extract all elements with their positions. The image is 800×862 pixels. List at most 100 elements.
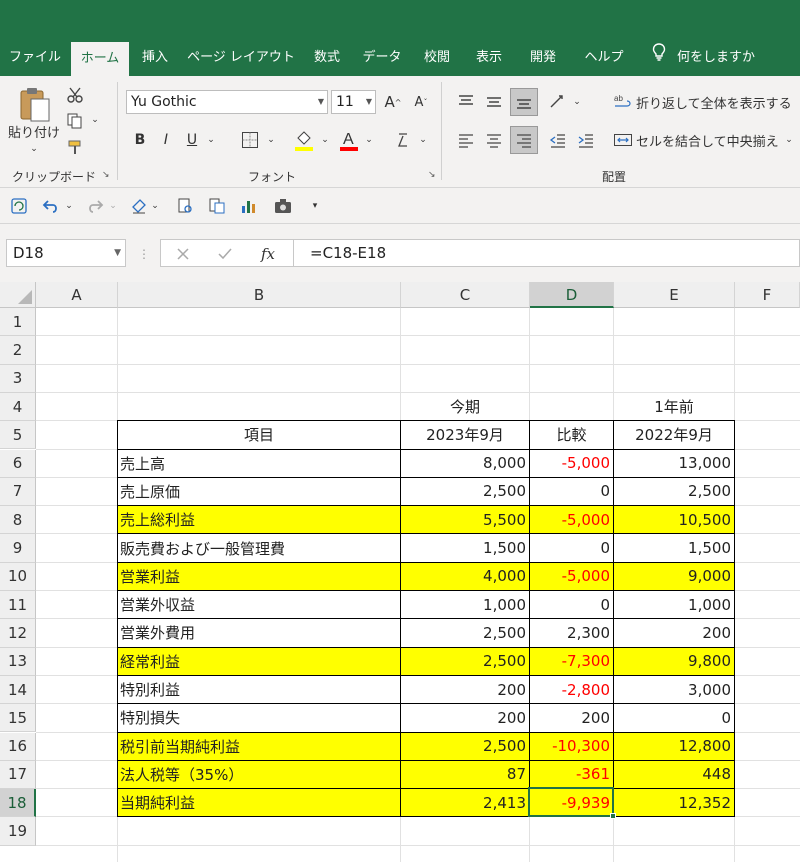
fill-handle[interactable] [610,813,616,820]
header-prior[interactable]: 2022年9月 [614,421,734,448]
column-header-d[interactable]: D [530,282,614,308]
tab-page-layout[interactable]: ページ レイアウト [186,40,296,76]
lightbulb-icon[interactable] [646,40,672,76]
prior-value-cell[interactable]: 9,800 [614,647,734,675]
row-header-5[interactable]: 5 [0,421,36,450]
item-cell[interactable]: 特別損失 [118,704,400,731]
paste-dropdown-icon[interactable]: ⌄ [26,142,42,156]
column-header-e[interactable]: E [614,282,735,308]
comparison-value-cell[interactable]: 2,300 [530,619,613,646]
header-comparison[interactable]: 比較 [530,421,613,448]
prior-value-cell[interactable]: 12,352 [614,789,734,817]
redo-icon[interactable] [84,196,106,216]
tab-insert[interactable]: 挿入 [134,40,176,76]
item-cell[interactable]: 売上総利益 [118,506,400,534]
item-cell[interactable]: 営業外費用 [118,619,400,646]
orientation-icon[interactable] [546,90,570,114]
comparison-value-cell[interactable]: 0 [530,534,613,561]
prior-value-cell[interactable]: 1,000 [614,591,734,618]
comparison-value-cell[interactable]: 0 [530,591,613,618]
select-all-corner[interactable] [0,282,36,308]
font-launcher-icon[interactable]: ↘ [428,170,436,180]
current-value-cell[interactable]: 4,000 [401,562,529,590]
align-left-icon[interactable] [454,128,478,152]
item-cell[interactable]: 売上原価 [118,478,400,505]
borders-icon[interactable] [238,128,262,152]
formula-input[interactable]: =C18-E18 [294,239,800,267]
redo-dropdown-icon[interactable]: ⌄ [108,198,118,214]
row-header-10[interactable]: 10 [0,562,36,591]
prior-value-cell[interactable]: 10,500 [614,506,734,534]
clear-formats-dropdown-icon[interactable]: ⌄ [150,198,160,214]
prior-value-cell[interactable]: 13,000 [614,450,734,477]
more-options-icon[interactable]: ⋮ [138,246,150,262]
active-cell[interactable] [528,787,614,818]
comparison-value-cell[interactable]: -5,000 [530,562,613,590]
tab-formulas[interactable]: 数式 [306,40,348,76]
font-color-dropdown-icon[interactable]: ⌄ [362,132,376,148]
row-header-12[interactable]: 12 [0,619,36,648]
row-header-16[interactable]: 16 [0,732,36,761]
column-header-a[interactable]: A [36,282,118,308]
current-value-cell[interactable]: 8,000 [401,450,529,477]
wrap-text-button[interactable]: 折り返して全体を表示する [636,90,796,114]
wrap-text-icon[interactable]: ab [612,90,634,114]
comparison-value-cell[interactable]: -5,000 [530,450,613,477]
orientation-dropdown-icon[interactable]: ⌄ [570,94,584,110]
row-header-19[interactable]: 19 [0,817,36,846]
tab-file[interactable]: ファイル [4,40,66,76]
insert-function-icon[interactable]: fx [255,242,281,266]
comparison-value-cell[interactable]: 0 [530,478,613,505]
row-header-14[interactable]: 14 [0,675,36,705]
current-value-cell[interactable]: 1,500 [401,534,529,561]
fill-color-dropdown-icon[interactable]: ⌄ [318,132,332,148]
clipboard-launcher-icon[interactable]: ↘ [102,170,110,180]
format-painter-icon[interactable] [64,136,86,158]
chart-icon[interactable] [238,196,260,216]
underline-button[interactable]: U [182,128,202,152]
item-cell[interactable]: 特別利益 [118,676,400,703]
tab-help[interactable]: ヘルプ [576,40,632,76]
current-value-cell[interactable]: 2,413 [401,789,529,817]
phonetic-guide-icon[interactable] [392,128,414,152]
current-value-cell[interactable]: 200 [401,704,529,731]
cancel-icon[interactable] [173,244,193,264]
paste-button[interactable]: 貼り付け [8,122,60,141]
decrease-indent-icon[interactable] [546,128,570,152]
item-cell[interactable]: 販売費および一般管理費 [118,534,400,561]
tab-home[interactable]: ホーム [71,42,129,76]
current-value-cell[interactable]: 1,000 [401,591,529,618]
prior-value-cell[interactable]: 200 [614,619,734,646]
font-size-box[interactable]: 11 ▼ [331,90,376,114]
row-header-9[interactable]: 9 [0,534,36,563]
row-header-13[interactable]: 13 [0,647,36,676]
camera-icon[interactable] [272,196,294,216]
merge-center-button[interactable]: セルを結合して中央揃え [636,128,782,152]
comparison-value-cell[interactable]: -10,300 [530,732,613,760]
prior-value-cell[interactable]: 0 [614,704,734,731]
row-header-4[interactable]: 4 [0,392,36,422]
cut-icon[interactable] [64,84,86,106]
enter-icon[interactable] [215,244,235,264]
undo-icon[interactable] [40,196,62,216]
header-item[interactable]: 項目 [118,421,400,448]
font-size-dropdown-icon[interactable]: ▼ [366,91,372,113]
name-box[interactable]: D18 ▼ [6,239,126,267]
name-box-dropdown-icon[interactable]: ▼ [114,240,121,266]
font-name-dropdown-icon[interactable]: ▼ [318,91,324,113]
item-cell[interactable]: 売上高 [118,450,400,477]
underline-dropdown-icon[interactable]: ⌄ [204,132,218,148]
increase-indent-icon[interactable] [574,128,598,152]
comparison-value-cell[interactable]: -2,800 [530,676,613,703]
page-setup-icon[interactable] [206,196,228,216]
phonetic-dropdown-icon[interactable]: ⌄ [416,132,430,148]
prior-value-cell[interactable]: 1,500 [614,534,734,561]
comparison-value-cell[interactable]: 200 [530,704,613,731]
comparison-value-cell[interactable]: -361 [530,760,613,789]
column-header-c[interactable]: C [401,282,530,308]
row-header-7[interactable]: 7 [0,477,36,507]
copy-icon[interactable] [64,110,86,132]
current-value-cell[interactable]: 5,500 [401,506,529,534]
italic-button[interactable]: I [156,128,176,152]
paste-icon[interactable] [14,84,54,124]
